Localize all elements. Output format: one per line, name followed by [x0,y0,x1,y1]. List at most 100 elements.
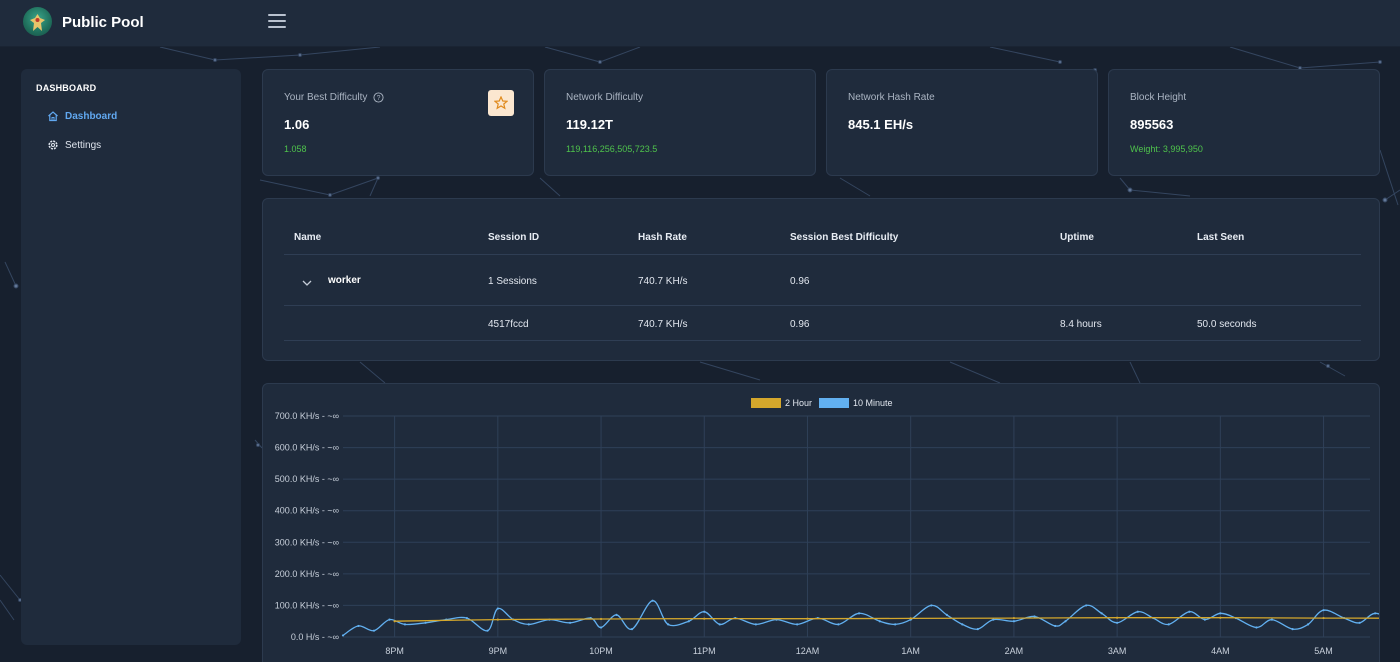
data-point-10-minute [1358,621,1361,624]
data-point-10-minute [667,623,670,626]
y-tick-label: 0.0 H/s - ~∞ [291,632,339,642]
data-point-10-minute [1270,618,1274,621]
card-value: 895563 [1130,117,1174,132]
legend-swatch-10-minute [819,398,849,408]
y-tick-label: 100.0 KH/s - ~∞ [275,600,339,610]
session-last-seen: 50.0 seconds [1197,319,1257,330]
data-point-10-minute [1100,612,1103,615]
header-divider [284,254,1361,255]
hamburger-menu-icon[interactable] [268,14,286,30]
y-tick-label: 700.0 KH/s - ~∞ [275,411,339,421]
y-tick-label: 500.0 KH/s - ~∞ [275,474,339,484]
card-title: Your Best Difficulty [284,92,368,103]
chevron-down-icon[interactable] [301,277,313,289]
data-point-10-minute [1291,628,1294,631]
app-title[interactable]: Public Pool [62,14,144,31]
data-point-10-minute [424,621,427,624]
data-point-10-minute [651,599,654,602]
data-point-10-minute [527,623,530,626]
data-point-2-hour [703,617,706,620]
data-point-10-minute [857,612,861,615]
session-hash-rate: 740.7 KH/s [638,319,688,330]
worker-hash-rate: 740.7 KH/s [638,276,688,287]
block-height-card: Block Height 895563 Weight: 3,995,950 [1108,69,1380,176]
legend-label-2-hour: 2 Hour [785,398,812,408]
column-header-best-difficulty[interactable]: Session Best Difficulty [790,232,898,243]
data-point-10-minute [1188,610,1191,613]
data-point-10-minute [403,623,407,626]
x-tick-label: 3AM [1108,646,1127,656]
data-point-10-minute [568,621,572,624]
data-point-2-hour [393,620,396,623]
row-divider [284,305,1361,306]
card-title: Block Height [1130,92,1187,103]
card-value: 119.12T [566,117,613,132]
column-header-name[interactable]: Name [294,232,321,243]
data-point-10-minute [1054,624,1057,628]
card-title: Network Difficulty [566,92,644,103]
y-tick-label: 200.0 KH/s - ~∞ [275,569,339,579]
data-point-10-minute [486,629,489,632]
worker-best-difficulty: 0.96 [790,276,810,287]
legend-swatch-2-hour [751,398,781,408]
legend-label-10-minute: 10 Minute [853,398,893,408]
column-header-last-seen[interactable]: Last Seen [1197,232,1244,243]
data-point-10-minute [630,628,634,631]
data-point-10-minute [961,623,964,626]
x-tick-label: 9PM [489,646,508,656]
data-point-10-minute [1116,621,1119,624]
sidebar-item-dashboard[interactable]: Dashboard [47,108,117,124]
star-icon [494,96,508,110]
app-logo[interactable] [23,7,52,36]
column-header-hash-rate[interactable]: Hash Rate [638,232,687,243]
hashrate-chart[interactable]: 0.0 H/s - ~∞ 100.0 KH/s - ~∞ 200.0 KH/s - … [263,384,1380,662]
x-tick-label: 5AM [1314,646,1333,656]
x-tick-label: 4AM [1211,646,1230,656]
network-hash-rate-card: Network Hash Rate 845.1 EH/s [826,69,1098,176]
data-point-10-minute [687,620,690,623]
x-tick-label: 11PM [693,646,716,656]
column-header-session-id[interactable]: Session ID [488,232,539,243]
network-difficulty-card: Network Difficulty 119.12T 119,116,256,5… [544,69,816,176]
svg-text:?: ? [377,95,381,102]
card-value: 845.1 EH/s [848,117,914,132]
workers-table: Name Session ID Hash Rate Session Best D… [262,198,1380,361]
sidebar-heading: DASHBOARD [36,83,97,93]
x-tick-label: 2AM [1005,646,1024,656]
sidebar: DASHBOARD Dashboard Settings [21,69,241,645]
data-point-10-minute [615,613,618,616]
data-point-10-minute [388,618,391,621]
data-point-10-minute [599,626,603,629]
sidebar-item-label: Dashboard [65,110,118,122]
data-point-10-minute [703,610,706,613]
data-point-10-minute [496,607,499,610]
data-point-10-minute [372,629,376,632]
session-best-difficulty: 0.96 [790,319,810,330]
data-point-10-minute [1322,609,1325,612]
data-point-10-minute [992,618,995,621]
data-point-2-hour [1116,616,1119,619]
best-difficulty-card: Your Best Difficulty ? 1.06 1.058 [262,69,534,176]
data-point-10-minute [341,634,345,637]
data-point-2-hour [599,617,603,621]
data-point-10-minute [754,623,757,626]
column-header-uptime[interactable]: Uptime [1060,232,1094,243]
sidebar-item-settings[interactable]: Settings [47,137,101,153]
data-point-2-hour [1219,616,1222,619]
home-icon [47,110,59,122]
data-point-10-minute [796,623,799,626]
hashrate-chart-panel: 0.0 H/s - ~∞ 100.0 KH/s - ~∞ 200.0 KH/s - … [262,383,1380,662]
y-tick-label: 400.0 KH/s - ~∞ [275,506,339,516]
card-subvalue: Weight: 3,995,950 [1130,144,1203,154]
help-icon[interactable]: ? [373,92,384,103]
data-point-10-minute [1012,620,1016,623]
session-id: 4517fccd [488,319,529,330]
gear-icon [47,139,59,151]
data-point-10-minute [718,623,721,626]
star-button[interactable] [488,90,514,116]
card-value: 1.06 [284,117,310,132]
worker-name[interactable]: worker [328,275,361,286]
top-bar: Public Pool [0,0,1400,47]
data-point-10-minute [465,616,468,620]
data-point-10-minute [1374,612,1377,615]
